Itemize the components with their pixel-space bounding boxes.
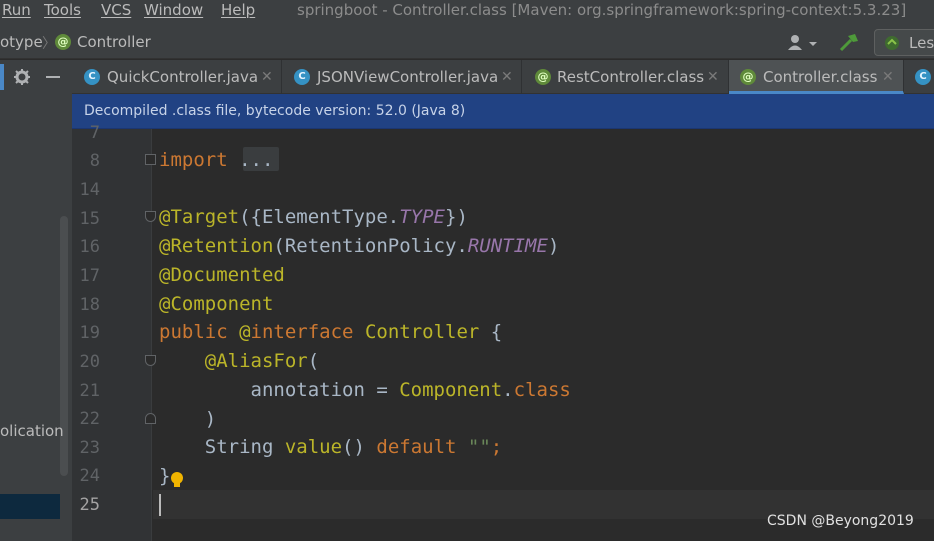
navigation-bar: otype 〉 @ Controller Les — [0, 26, 934, 59]
tab-overflow[interactable]: C — [904, 60, 934, 94]
project-toolbar — [0, 60, 72, 94]
editor-tab-bar: C QuickController.java ✕ C JSONViewContr… — [72, 60, 934, 94]
class-icon: C — [294, 69, 310, 85]
fold-marker-icon[interactable] — [145, 413, 156, 424]
line-number: 21 — [79, 381, 100, 401]
annotation-icon: @ — [740, 69, 756, 85]
window-title: springboot - Controller.class [Maven: or… — [297, 1, 907, 19]
code-line-21: annotation = Component.class — [159, 379, 571, 401]
close-icon[interactable]: ✕ — [882, 68, 894, 86]
lightbulb-icon[interactable] — [170, 471, 184, 489]
tab-restcontroller[interactable]: @ RestController.class ✕ — [522, 60, 729, 94]
code-line-15: @Target({ElementType.TYPE}) — [159, 206, 468, 228]
spring-boot-icon — [885, 36, 899, 50]
code-line-24: } — [159, 465, 171, 487]
line-number: 8 — [89, 151, 100, 171]
selected-tree-row[interactable] — [0, 494, 60, 519]
menu-help[interactable]: Help — [221, 0, 255, 20]
line-number-gutter[interactable]: 7 8 14 15 16 17 18 19 20 21 22 23 24 25 — [72, 123, 152, 541]
line-number-current: 25 — [79, 495, 100, 515]
breadcrumb-current[interactable]: Controller — [77, 32, 151, 52]
gear-icon[interactable] — [13, 68, 31, 86]
close-icon[interactable]: ✕ — [501, 68, 513, 86]
line-number: 19 — [79, 323, 100, 343]
code-line-22: ) — [159, 408, 217, 430]
code-line-23: String value() default ""; — [159, 436, 503, 458]
line-number: 24 — [79, 466, 100, 486]
fold-marker-icon[interactable] — [145, 211, 156, 222]
build-button[interactable] — [838, 32, 860, 54]
line-number: 7 — [89, 123, 100, 143]
user-menu-button[interactable] — [786, 33, 818, 53]
code-line-20: @AliasFor( — [204, 350, 320, 372]
breadcrumb-previous[interactable]: otype — [0, 32, 43, 52]
menu-bar: Run Tools VCS Window Help springboot - C… — [0, 0, 934, 26]
hammer-icon — [839, 34, 858, 52]
line-number: 18 — [79, 295, 100, 315]
line-number: 17 — [79, 266, 100, 286]
tab-quickcontroller[interactable]: C QuickController.java ✕ — [72, 60, 282, 94]
menu-tools[interactable]: Tools — [44, 0, 81, 20]
menu-vcs[interactable]: VCS — [101, 0, 131, 20]
watermark: CSDN @Beyong2019 — [767, 513, 914, 529]
line-number: 14 — [79, 180, 100, 200]
tab-label: QuickController.java — [107, 68, 259, 86]
decompiled-info-banner: Decompiled .class file, bytecode version… — [72, 94, 934, 129]
close-icon[interactable]: ✕ — [261, 68, 273, 86]
scroll-indicator — [0, 64, 4, 90]
code-line-18: @Component — [159, 293, 274, 315]
tab-label: JSONViewController.java — [317, 68, 499, 86]
tab-label: Controller.class — [763, 68, 878, 86]
annotation-icon: @ — [535, 69, 551, 85]
tab-label: RestController.class — [557, 68, 705, 86]
code-line-17: @Documented — [159, 264, 285, 286]
close-icon[interactable]: ✕ — [707, 68, 719, 86]
class-icon: C — [84, 69, 100, 85]
line-number: 23 — [79, 438, 100, 458]
fold-expand-icon[interactable] — [145, 154, 156, 165]
info-message: Decompiled .class file, bytecode version… — [84, 103, 466, 119]
class-icon: C — [915, 69, 931, 85]
tab-controller[interactable]: @ Controller.class ✕ — [729, 60, 904, 94]
menu-run[interactable]: Run — [2, 0, 31, 20]
breadcrumb-separator-icon: 〉 — [42, 36, 56, 52]
text-caret — [159, 494, 161, 516]
line-number: 16 — [79, 237, 100, 257]
project-tree-item[interactable]: olication — [0, 421, 64, 441]
annotation-icon: @ — [55, 34, 71, 50]
code-line-19: public @interface Controller { — [159, 321, 503, 343]
project-panel: olication — [0, 94, 72, 541]
fold-marker-icon[interactable] — [145, 355, 156, 366]
tab-jsonviewcontroller[interactable]: C JSONViewController.java ✕ — [282, 60, 522, 94]
run-config-selector[interactable]: Les — [874, 29, 934, 56]
code-line-8: import ... — [159, 149, 274, 171]
line-number: 22 — [79, 409, 100, 429]
run-config-label: Les — [909, 34, 934, 52]
line-number: 20 — [79, 352, 100, 372]
menu-window[interactable]: Window — [144, 0, 203, 20]
line-number: 15 — [79, 209, 100, 229]
code-line-16: @Retention(RetentionPolicy.RUNTIME) — [159, 235, 560, 257]
minimize-icon[interactable] — [46, 76, 60, 78]
user-icon — [788, 35, 817, 50]
